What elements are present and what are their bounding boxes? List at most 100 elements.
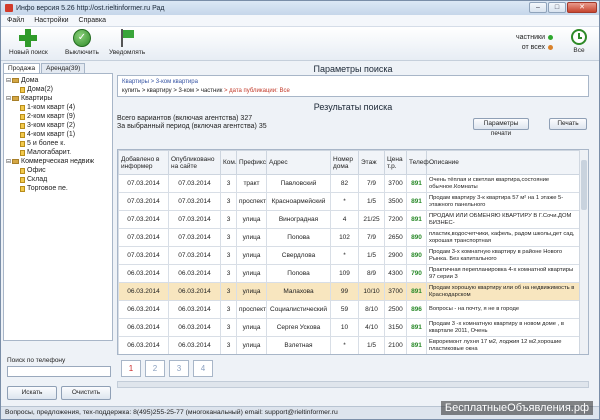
- all-filter[interactable]: от всех: [516, 43, 553, 53]
- tree-item[interactable]: 2-ком кварт (9): [6, 112, 110, 121]
- page-button[interactable]: 1: [121, 360, 141, 377]
- page-button[interactable]: 4: [193, 360, 213, 377]
- table-cell: Красноармейский: [266, 192, 331, 211]
- table-cell: [331, 355, 359, 356]
- tree-item[interactable]: Офис: [6, 166, 110, 175]
- table-cell: 06.03.2014: [169, 355, 221, 356]
- table-cell: улица: [236, 336, 267, 354]
- tree-item[interactable]: Торговое пе.: [6, 184, 110, 193]
- tree-folder[interactable]: ⊟ Дома: [6, 76, 110, 85]
- tree-folder[interactable]: ⊟ Квартиры: [6, 94, 110, 103]
- phone-search-input[interactable]: [7, 366, 111, 377]
- column-header[interactable]: Добавлено в информер: [118, 150, 169, 175]
- file-icon: [20, 113, 25, 120]
- minimize-button[interactable]: –: [529, 2, 547, 13]
- vertical-scrollbar[interactable]: [579, 150, 588, 354]
- column-header[interactable]: Номер дома: [330, 150, 359, 175]
- close-button[interactable]: ✕: [567, 2, 597, 13]
- all-button[interactable]: Все: [571, 29, 587, 54]
- tree-folder[interactable]: ⊟ Коммерческая недвиж: [6, 157, 110, 166]
- column-header[interactable]: Описание: [426, 150, 581, 175]
- menu-file[interactable]: Файл: [7, 17, 24, 24]
- table-row[interactable]: 07.03.2014 07.03.2014 3 тракт Павловский 82 7/…: [118, 174, 581, 193]
- table-row[interactable]: 07.03.2014 07.03.2014 3 улица Виноградная 4 21…: [118, 210, 581, 229]
- page-button[interactable]: 2: [145, 360, 165, 377]
- file-icon: [20, 122, 25, 129]
- tree-item[interactable]: 1-ком кварт (4): [6, 103, 110, 112]
- column-header[interactable]: Ком.: [220, 150, 237, 175]
- tree-item[interactable]: 3-ком кварт (2): [6, 121, 110, 130]
- table-cell: ПРОДАМ ИЛИ ОБМЕНЯЮ КВАРТИРУ В Г.Сочи.ДОМ…: [426, 210, 581, 229]
- column-header[interactable]: Адрес: [266, 150, 331, 175]
- menu-help[interactable]: Справка: [79, 17, 106, 24]
- table-cell: 3: [220, 174, 237, 193]
- table-row[interactable]: 06.03.201406.03.20143улицаПродам 3-х ком…: [119, 355, 581, 356]
- table-row[interactable]: 07.03.2014 07.03.2014 3 улица Свердлова * 1/5 2…: [118, 246, 581, 265]
- table-cell: [385, 355, 407, 356]
- column-header[interactable]: Цена т.р.: [384, 150, 407, 175]
- maximize-button[interactable]: □: [548, 2, 566, 13]
- table-cell: тракт: [236, 174, 267, 193]
- title-bar: Инфо версия 5.26 http://ost.rieltinforme…: [1, 1, 599, 15]
- menu-settings[interactable]: Настройки: [34, 17, 68, 24]
- table-cell: 896: [406, 300, 427, 319]
- tab-sale[interactable]: Продажа: [3, 63, 41, 73]
- table-row[interactable]: 06.03.2014 06.03.2014 3 улица Малахова 99 10/1…: [118, 282, 581, 301]
- tree-item[interactable]: Склад: [6, 175, 110, 184]
- column-header[interactable]: Префикс: [236, 150, 267, 175]
- file-icon: [20, 167, 25, 174]
- turn-off-button[interactable]: ✓ Выключить: [65, 29, 99, 56]
- search-button[interactable]: Искать: [7, 386, 57, 400]
- results-summary: Всего вариантов (включая агентства) 327 …: [117, 115, 589, 137]
- green-dot-icon: [548, 34, 553, 40]
- table-cell: [267, 355, 331, 356]
- table-row[interactable]: 06.03.2014 06.03.2014 3 улица Сергея Ускова 1…: [118, 318, 581, 337]
- table-header-row: Добавлено в информер Опубликовано на сайт…: [118, 150, 581, 175]
- table-cell: 07.03.2014: [118, 228, 169, 247]
- tree-item[interactable]: 4-ком кварт (1): [6, 130, 110, 139]
- table-cell: 891: [406, 210, 427, 229]
- tab-rent[interactable]: Аренда(39): [41, 63, 86, 73]
- column-header[interactable]: Этаж: [358, 150, 385, 175]
- flag-icon: [118, 29, 136, 47]
- tree-item[interactable]: 5 и более к.: [6, 139, 110, 148]
- table-cell: 07.03.2014: [118, 192, 169, 211]
- table-cell: 10/10: [358, 282, 385, 301]
- tree-label: Офис: [27, 167, 46, 174]
- column-header[interactable]: Опубликовано на сайте: [168, 150, 221, 175]
- table-row[interactable]: 06.03.2014 06.03.2014 3 проспект Социалистич…: [118, 300, 581, 319]
- table-cell: 4/10: [358, 318, 385, 337]
- scroll-thumb[interactable]: [581, 160, 587, 210]
- table-cell: 2100: [384, 336, 407, 354]
- tree-label: 1-ком кварт (4): [27, 104, 76, 111]
- tree-item[interactable]: Малогабарит.: [6, 148, 110, 157]
- table-cell: пластик,водосчетчики, кафель, радом школ…: [426, 228, 581, 247]
- table-cell: 06.03.2014: [168, 300, 221, 319]
- column-header[interactable]: Телеф: [406, 150, 429, 175]
- power-icon: ✓: [72, 29, 91, 47]
- horizontal-scrollbar[interactable]: [117, 381, 589, 388]
- clear-button[interactable]: Очистить: [61, 386, 111, 400]
- tree-item[interactable]: Дома(2): [6, 85, 110, 94]
- table-cell: 07.03.2014: [168, 210, 221, 229]
- table-cell: Продам 3-х комнатную квартиру 97-й: [427, 355, 581, 356]
- tree-label: Малогабарит.: [27, 149, 72, 156]
- table-row[interactable]: 06.03.2014 06.03.2014 3 улица Попова 109 8/9 43…: [118, 264, 581, 283]
- app-window: Инфо версия 5.26 http://ost.rieltinforme…: [0, 0, 600, 420]
- private-filter[interactable]: частники: [516, 33, 553, 43]
- table-row[interactable]: 06.03.2014 06.03.2014 3 улица Взлетная * 1/5 21…: [118, 336, 581, 354]
- notify-button[interactable]: Уведомлять: [109, 29, 145, 56]
- table-row[interactable]: 07.03.2014 07.03.2014 3 улица Попова 102 7/9 26…: [118, 228, 581, 247]
- print-button[interactable]: Печать: [549, 118, 587, 130]
- table-cell: 890: [406, 246, 427, 265]
- table-cell: Виноградная: [266, 210, 331, 229]
- file-icon: [20, 140, 25, 147]
- new-search-button[interactable]: Новый поиск: [9, 29, 48, 56]
- print-settings-button[interactable]: Параметры печати: [473, 118, 529, 137]
- table-row[interactable]: 07.03.2014 07.03.2014 3 проспект Красноармей…: [118, 192, 581, 211]
- table-cell: 06.03.2014: [118, 264, 169, 283]
- page-button[interactable]: 3: [169, 360, 189, 377]
- table-cell: Сергея Ускова: [266, 318, 331, 337]
- table-cell: 891: [406, 318, 427, 337]
- clock-icon: [571, 29, 587, 45]
